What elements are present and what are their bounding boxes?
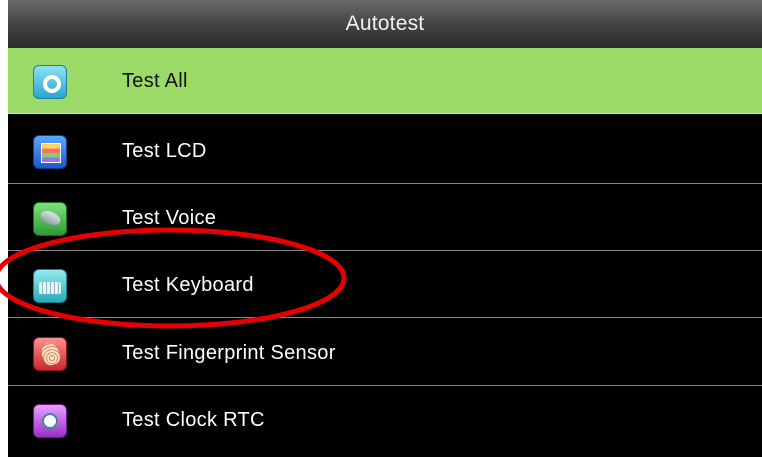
fingerprint-icon (33, 337, 67, 371)
menu-item-label: Test All (122, 70, 188, 92)
menu-item-test-voice[interactable]: Test Voice (8, 185, 762, 251)
menu-item-label: Test Clock RTC (122, 409, 265, 431)
menu-item-label: Test Keyboard (122, 274, 254, 296)
menu-item-label: Test Fingerprint Sensor (122, 342, 336, 364)
screen-title: Autotest (8, 0, 762, 48)
speaker-icon (33, 202, 67, 236)
menu-item-test-all[interactable]: Test All (8, 48, 762, 114)
lcd-icon (33, 135, 67, 169)
menu-item-test-fingerprint-sensor[interactable]: Test Fingerprint Sensor (8, 320, 762, 386)
menu-item-test-keyboard[interactable]: Test Keyboard (8, 252, 762, 318)
menu-item-test-clock-rtc[interactable]: Test Clock RTC (8, 387, 762, 453)
menu-item-label: Test LCD (122, 140, 207, 162)
keyboard-icon (33, 269, 67, 303)
menu-item-label: Test Voice (122, 207, 217, 229)
test-all-icon (33, 65, 67, 99)
menu-item-test-lcd[interactable]: Test LCD (8, 118, 762, 184)
device-screen: Autotest Test All Test LCD Test Voice Te… (8, 0, 762, 457)
clock-icon (33, 404, 67, 438)
